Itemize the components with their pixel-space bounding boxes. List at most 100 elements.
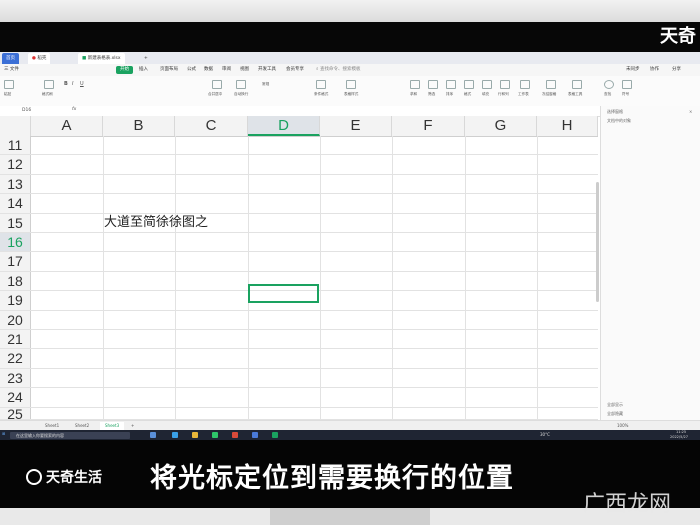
folder-icon[interactable] <box>192 432 198 438</box>
column-header-g[interactable]: G <box>465 116 537 136</box>
ribbon-number-format-label[interactable]: 常规 <box>262 82 269 87</box>
paste-icon[interactable] <box>4 80 14 89</box>
fx-button[interactable]: fx <box>72 107 76 112</box>
menu-member[interactable]: 会员专享 <box>286 66 304 74</box>
active-cell-d16[interactable] <box>248 284 319 303</box>
row-header[interactable]: 17 <box>0 252 31 271</box>
menu-bar: 三 文件 开始 插入 页面布局 公式 数据 审阅 视图 开发工具 会员专享 ⌕ … <box>0 64 700 76</box>
row-header[interactable]: 23 <box>0 368 31 388</box>
row-header[interactable]: 18 <box>0 271 31 291</box>
italic-button[interactable]: I <box>72 81 73 87</box>
menu-review[interactable]: 审阅 <box>222 66 231 74</box>
column-header-e[interactable]: E <box>320 116 392 136</box>
format-icon[interactable] <box>464 80 474 89</box>
windows-start-icon[interactable]: ⊞ <box>2 431 5 436</box>
taskbar-search-input[interactable]: 在这里输入你要搜索的内容 <box>10 431 130 439</box>
format-painter-icon[interactable] <box>44 80 54 89</box>
menu-data[interactable]: 数据 <box>204 66 213 74</box>
spreadsheet-app-icon[interactable] <box>272 432 278 438</box>
menu-start[interactable]: 开始 <box>116 66 133 74</box>
table-tools-icon[interactable] <box>572 80 582 89</box>
menu-share[interactable]: 分享 <box>672 66 681 74</box>
sort-icon[interactable] <box>446 80 456 89</box>
vertical-scrollbar[interactable] <box>596 182 599 302</box>
menu-file[interactable]: 三 文件 <box>4 66 19 74</box>
taskbar-search-text: 在这里输入你要搜索的内容 <box>16 432 64 438</box>
column-divider <box>392 136 393 420</box>
column-header-h[interactable]: H <box>537 116 598 136</box>
table-style-icon[interactable] <box>346 80 356 89</box>
tab-home[interactable]: 首页 <box>2 53 19 64</box>
freeze-panes-icon[interactable] <box>546 80 556 89</box>
column-header-f[interactable]: F <box>392 116 465 136</box>
column-header-b[interactable]: B <box>103 116 175 136</box>
table-row: 25 <box>0 407 598 420</box>
conditional-format-icon[interactable] <box>316 80 326 89</box>
new-tab-button[interactable]: + <box>140 53 152 64</box>
edge-icon[interactable] <box>172 432 178 438</box>
column-divider <box>175 136 176 420</box>
find-icon[interactable] <box>604 80 614 89</box>
zoom-level[interactable]: 100% <box>612 422 633 430</box>
row-header[interactable]: 24 <box>0 388 31 407</box>
filter-icon[interactable] <box>428 80 438 89</box>
menu-insert[interactable]: 插入 <box>139 66 148 74</box>
column-header-c[interactable]: C <box>175 116 248 136</box>
row-header[interactable]: 19 <box>0 291 31 310</box>
show-all-button[interactable]: 全部显示 <box>607 402 623 408</box>
clock-date: 2022/5/27 <box>670 435 688 439</box>
worksheet-icon[interactable] <box>520 80 530 89</box>
table-row: 11 <box>0 136 598 156</box>
docer-icon: ● <box>32 56 36 61</box>
bold-button[interactable]: B <box>64 81 68 87</box>
name-box[interactable]: D16 <box>22 108 31 113</box>
row-header[interactable]: 22 <box>0 349 31 368</box>
select-all-corner[interactable] <box>0 116 31 136</box>
menu-collab[interactable]: 协作 <box>650 66 659 74</box>
menu-formula[interactable]: 公式 <box>187 66 196 74</box>
sheet-tab-1[interactable]: Sheet1 <box>40 422 64 430</box>
merge-center-icon[interactable] <box>212 80 222 89</box>
table-row: 17 <box>0 252 598 272</box>
tab-docer[interactable]: ● 稻壳 <box>28 53 51 64</box>
row-header[interactable]: 11 <box>0 136 31 155</box>
weather-text: 30°C <box>540 432 550 437</box>
row-header[interactable]: 21 <box>0 330 31 349</box>
row-header[interactable]: 14 <box>0 194 31 213</box>
row-header[interactable]: 15 <box>0 213 31 232</box>
sum-icon[interactable] <box>410 80 420 89</box>
menu-unsynced[interactable]: 未同步 <box>626 66 640 74</box>
cell-b15-text[interactable]: 大道至简徐徐图之 <box>104 211 208 230</box>
column-header-a[interactable]: A <box>31 116 103 136</box>
row-header[interactable]: 25 <box>0 407 31 419</box>
row-header[interactable]: 13 <box>0 174 31 194</box>
row-header[interactable]: 20 <box>0 310 31 329</box>
close-icon[interactable]: × <box>689 109 692 114</box>
menu-view[interactable]: 视图 <box>240 66 249 74</box>
fill-icon[interactable] <box>482 80 492 89</box>
hide-all-button[interactable]: 全部隐藏 <box>607 411 623 417</box>
formula-input[interactable] <box>84 107 584 114</box>
menu-page-layout[interactable]: 页面布局 <box>160 66 178 74</box>
sheet-tab-3[interactable]: Sheet3 <box>100 422 125 430</box>
wechat-icon[interactable] <box>212 432 218 438</box>
ribbon-paste-label: 粘贴 <box>4 92 12 96</box>
underline-button[interactable]: U <box>80 81 84 87</box>
browser-icon[interactable] <box>252 432 258 438</box>
row-header[interactable]: 16 <box>0 233 31 252</box>
spreadsheet-grid[interactable]: A B C D E F G H 11 12 13 14 15 16 17 18 … <box>0 116 598 420</box>
menu-search[interactable]: ⌕ 查找命令、搜索模板 <box>316 66 360 74</box>
menu-developer[interactable]: 开发工具 <box>258 66 276 74</box>
column-header-d[interactable]: D <box>248 116 320 136</box>
wrap-text-icon[interactable] <box>236 80 246 89</box>
row-header[interactable]: 12 <box>0 155 31 174</box>
column-header-bar: A B C D E F G H <box>0 116 598 137</box>
sheet-tab-2[interactable]: Sheet2 <box>70 422 94 430</box>
rows-columns-icon[interactable] <box>500 80 510 89</box>
tab-workbook[interactable]: ■ 新建表格表.xlsx <box>78 53 125 64</box>
symbol-icon[interactable] <box>622 80 632 89</box>
taskview-icon[interactable] <box>150 432 156 438</box>
ribbon-fill-label: 填充 <box>482 92 490 96</box>
wps-icon[interactable] <box>232 432 238 438</box>
add-sheet-button[interactable]: + <box>126 422 139 430</box>
